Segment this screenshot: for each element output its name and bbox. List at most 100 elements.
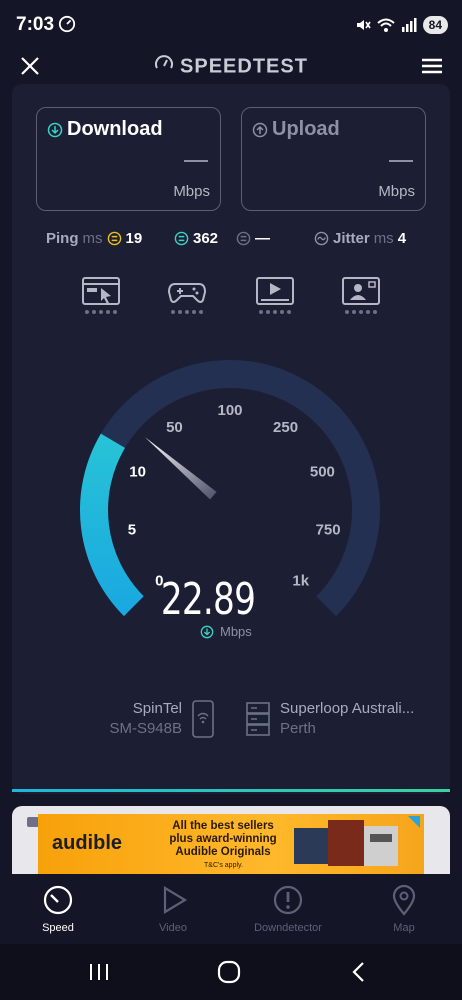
download-label-text: Download [67, 118, 163, 140]
device-name: SM-S948B [109, 720, 182, 737]
download-label: Download [47, 118, 163, 141]
ping-idle-metric: Ping ms 19 [46, 230, 142, 247]
gaming-dots [171, 310, 203, 314]
status-time: 7:03 [16, 14, 55, 35]
speedtest-logo-icon [154, 54, 174, 80]
browser-cursor-icon [82, 277, 120, 305]
activity-indicators [0, 276, 462, 322]
gauge-labels: 0510501002505007501k [128, 402, 341, 590]
video-call-activity[interactable] [338, 276, 384, 322]
ad-container: audible All the best sellers plus award-… [12, 806, 450, 874]
ping-unit: ms [82, 230, 103, 247]
video-player-icon [256, 277, 294, 305]
recent-apps-icon[interactable] [86, 960, 112, 984]
ping-download-value: 362 [193, 230, 219, 247]
back-icon[interactable] [346, 960, 372, 984]
ad-terms: T&C's apply. [204, 862, 243, 869]
battery-indicator: 84 [422, 16, 448, 34]
upload-label: Upload [252, 118, 340, 141]
download-latency-icon [174, 231, 189, 246]
ping-upload-value: — [255, 230, 270, 247]
isp-name: SpinTel [132, 700, 182, 717]
server-icon[interactable] [246, 702, 270, 736]
signal-icon [401, 18, 417, 32]
jitter-metric: Jitter ms 4 [314, 230, 406, 247]
gamepad-icon [167, 283, 207, 303]
app-bar: SPEEDTEST [0, 44, 462, 84]
gauge-tick-label: 5 [128, 522, 136, 539]
browsing-dots [85, 310, 117, 314]
ping-download-metric: 362 [174, 230, 218, 247]
nav-speed[interactable]: Speed [18, 884, 98, 934]
jitter-unit: ms [373, 230, 394, 247]
gauge-tick-label: 750 [316, 522, 341, 539]
current-speed-unit-text: Mbps [220, 624, 252, 639]
idle-latency-icon [107, 231, 121, 246]
current-speed-unit: Mbps [200, 624, 252, 639]
ping-upload-metric: — [236, 230, 270, 247]
upload-latency-icon [236, 231, 251, 246]
nav-video[interactable]: Video [133, 884, 213, 934]
speedtest-status-icon [58, 15, 76, 33]
nav-downdetector[interactable]: Downdetector [248, 884, 328, 934]
phone-wifi-icon [192, 700, 214, 738]
mute-icon [356, 20, 371, 30]
gauge-tick-label: 500 [310, 464, 335, 481]
home-icon[interactable] [216, 960, 242, 984]
hamburger-menu-icon[interactable] [418, 52, 446, 80]
ping-idle-value: 19 [125, 230, 143, 247]
gauge-tick-label: 10 [129, 464, 146, 481]
video-dots [259, 310, 291, 314]
upload-unit: Mbps [378, 183, 415, 200]
browsing-activity[interactable] [78, 276, 124, 322]
download-result-card: Download Mbps [36, 107, 221, 211]
upload-result-card: Upload Mbps [241, 107, 426, 211]
ad-banner[interactable]: audible All the best sellers plus award-… [38, 814, 424, 874]
test-progress-line [12, 789, 450, 792]
nav-video-label: Video [159, 922, 187, 934]
latency-metrics: Ping ms 19 362 — Jitter ms 4 [0, 230, 462, 250]
map-pin-icon [392, 884, 416, 916]
upload-arrow-icon [252, 122, 268, 137]
nav-map-label: Map [393, 922, 415, 934]
ad-headline: All the best sellers plus award-winning … [169, 820, 277, 858]
download-value-dash [184, 160, 208, 162]
gauge-tick-label: 250 [273, 419, 298, 436]
connection-info: SpinTel SM-S948B Superloop Australi... P… [0, 700, 462, 740]
status-bar: 7:03 84 [0, 0, 462, 50]
video-call-dots [345, 310, 377, 314]
speedometer-icon [43, 885, 73, 915]
gauge-tick-label: 50 [166, 419, 183, 436]
audible-logo: audible [52, 832, 123, 854]
nav-map[interactable]: Map [364, 884, 444, 934]
nav-speed-label: Speed [42, 922, 74, 934]
play-icon [163, 886, 188, 914]
jitter-label: Jitter [333, 230, 370, 247]
ad-book-covers [294, 820, 398, 866]
gauge-tick-label: 100 [217, 402, 242, 419]
nav-downdetector-label: Downdetector [254, 922, 322, 934]
ad-info-icon[interactable] [408, 816, 420, 828]
upload-label-text: Upload [272, 118, 340, 140]
server-location: Perth [280, 720, 316, 737]
wifi-icon [376, 18, 395, 32]
current-speed-value: 22.89 [160, 574, 256, 625]
app-title: SPEEDTEST [0, 54, 462, 80]
ping-label: Ping [46, 230, 79, 247]
bottom-navigation: Speed Video Downdetector Map [0, 874, 462, 944]
download-arrow-icon [47, 122, 63, 137]
alert-icon [273, 885, 303, 915]
upload-value-dash [389, 160, 413, 162]
app-title-text: SPEEDTEST [180, 55, 308, 78]
jitter-value: 4 [397, 230, 407, 247]
jitter-icon [314, 231, 329, 246]
download-unit: Mbps [173, 183, 210, 200]
system-navigation-bar [0, 944, 462, 1000]
video-call-icon [342, 277, 380, 305]
gaming-activity[interactable] [164, 276, 210, 322]
video-activity[interactable] [252, 276, 298, 322]
status-icons: 84 [355, 14, 448, 36]
download-indicator-icon [200, 625, 214, 638]
gauge-needle [144, 437, 217, 500]
server-name[interactable]: Superloop Australi... [280, 700, 440, 717]
